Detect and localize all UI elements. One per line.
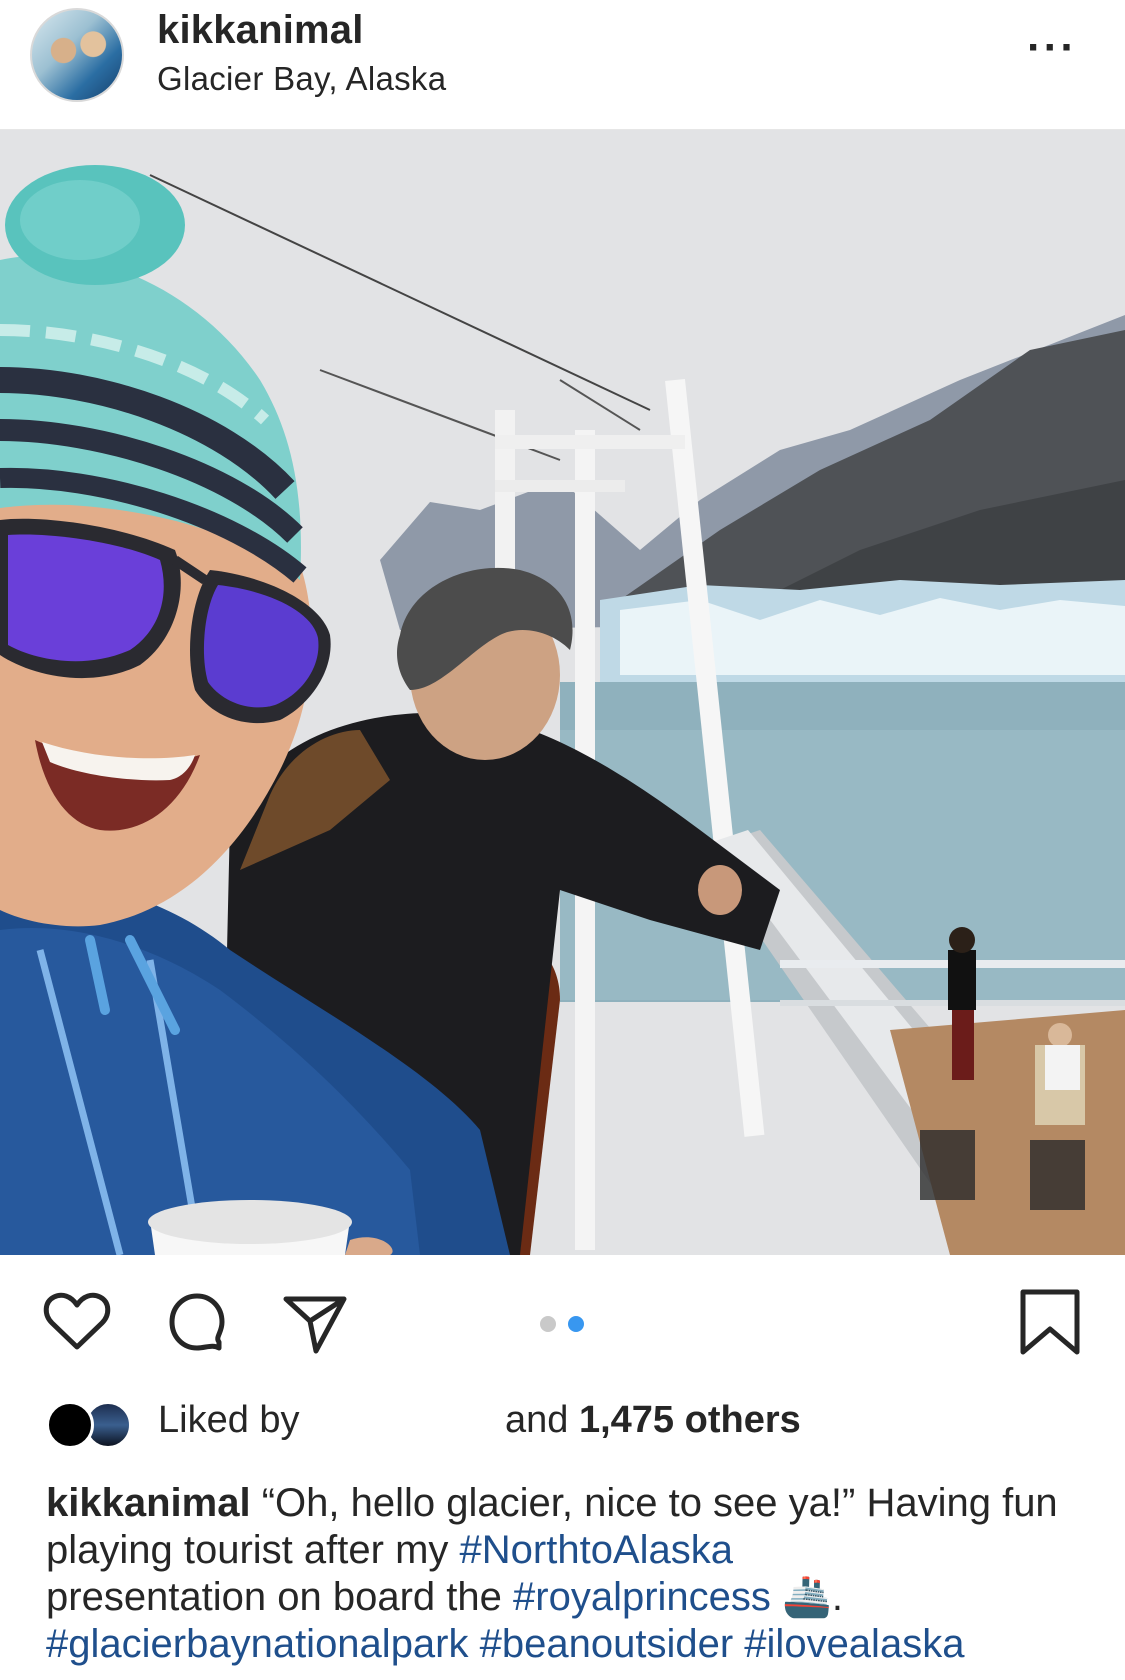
post-caption: kikkanimal “Oh, hello glacier, nice to s… [46, 1480, 1086, 1668]
caption-username[interactable]: kikkanimal [46, 1481, 251, 1525]
liked-by-label: Liked by [158, 1399, 300, 1441]
post-photo[interactable] [0, 130, 1125, 1255]
photo-illustration [0, 130, 1125, 1255]
liker-avatars [46, 1401, 142, 1449]
caption-text-2: presentation on board the [46, 1575, 502, 1619]
hashtag-ilovealaska[interactable]: #ilovealaska [744, 1622, 964, 1666]
hashtag-beanoutsider[interactable]: #beanoutsider [480, 1622, 734, 1666]
post-action-bar [0, 1255, 1125, 1395]
bookmark-icon[interactable] [1017, 1287, 1083, 1357]
liker-avatar-1 [46, 1401, 94, 1449]
hashtag-northtoalaska[interactable]: #NorthtoAlaska [460, 1528, 733, 1572]
more-options-icon[interactable]: ··· [1027, 26, 1077, 70]
carousel-dot-1 [540, 1316, 556, 1332]
caption-text-3: . [831, 1575, 843, 1619]
paper-plane-icon[interactable] [280, 1287, 350, 1357]
hashtag-royalprincess[interactable]: #royalprincess [513, 1575, 771, 1619]
post-username[interactable]: kikkanimal [157, 8, 364, 53]
hashtag-glacierbaynationalpark[interactable]: #glacierbaynationalpark [46, 1622, 469, 1666]
carousel-indicator [540, 1316, 584, 1332]
post-location[interactable]: Glacier Bay, Alaska [157, 60, 446, 98]
comment-bubble-icon[interactable] [162, 1287, 232, 1357]
post-header: kikkanimal Glacier Bay, Alaska ··· [0, 0, 1125, 130]
likes-count-text: 1,475 others [578, 1399, 801, 1441]
heart-outline-icon[interactable] [42, 1287, 112, 1357]
profile-avatar[interactable] [30, 8, 124, 102]
likes-and-label: and [505, 1399, 569, 1441]
carousel-dot-2-active [568, 1316, 584, 1332]
likes-count[interactable]: and 1,475 others [505, 1399, 801, 1442]
likes-row[interactable]: Liked by and 1,475 others [0, 1395, 1125, 1467]
ship-emoji: 🚢 [782, 1575, 832, 1619]
